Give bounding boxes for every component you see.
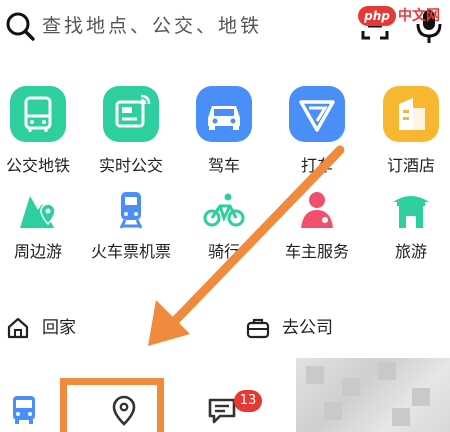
service-taxi-label: 打车 [300, 156, 333, 175]
search-icon [6, 12, 35, 41]
service-travel[interactable]: 旅游 [366, 188, 450, 262]
service-realtime-bus[interactable]: 实时公交 [86, 86, 176, 176]
service-transit[interactable]: 公交地铁 [0, 86, 83, 176]
bus-icon [10, 86, 66, 142]
bus-tab-icon [13, 396, 35, 424]
service-cycling-label: 骑行 [207, 242, 240, 261]
service-drive-label: 驾车 [207, 156, 240, 175]
highlight-box [60, 378, 164, 432]
service-travel-label: 旅游 [394, 242, 427, 261]
service-car-owner-label: 车主服务 [284, 242, 349, 261]
hotel-icon [383, 86, 439, 142]
shortcut-company-label: 去公司 [282, 318, 333, 338]
message-badge: 13 [234, 390, 262, 412]
service-train-plane[interactable]: 火车票机票 [86, 188, 176, 262]
bicycle-icon [202, 188, 246, 232]
shortcut-home-label: 回家 [42, 318, 76, 338]
taxi-icon [289, 86, 345, 142]
blurred-area [296, 358, 450, 432]
service-drive[interactable]: 驾车 [179, 86, 269, 176]
briefcase-icon [246, 318, 270, 339]
watermark: php 中文网 [354, 6, 450, 28]
person-icon [295, 188, 339, 232]
shortcut-home[interactable]: 回家 [6, 314, 126, 344]
service-nearby-tour-label: 周边游 [13, 242, 62, 261]
watermark-text: 中文网 [398, 8, 440, 24]
service-nearby-tour[interactable]: 周边游 [0, 188, 83, 262]
shortcut-company[interactable]: 去公司 [246, 314, 366, 344]
realtime-bus-icon [103, 86, 159, 142]
service-transit-label: 公交地铁 [5, 156, 70, 175]
service-taxi[interactable]: 打车 [272, 86, 362, 176]
search-bar[interactable]: 查找地点、公交、地铁 php 中文网 [0, 0, 450, 58]
car-icon [196, 86, 252, 142]
watermark-logo: php [358, 6, 396, 26]
train-icon [109, 188, 153, 232]
service-hotel-label: 订酒店 [386, 156, 435, 175]
service-realtime-bus-label: 实时公交 [98, 156, 163, 175]
service-train-plane-label: 火车票机票 [90, 242, 171, 261]
home-icon [7, 317, 29, 339]
service-cycling[interactable]: 骑行 [179, 188, 269, 262]
search-input[interactable]: 查找地点、公交、地铁 [42, 11, 262, 41]
service-hotel[interactable]: 订酒店 [366, 86, 450, 176]
map-pin-icon [16, 188, 60, 232]
service-car-owner[interactable]: 车主服务 [272, 188, 362, 262]
temple-icon [389, 188, 433, 232]
tab-bus[interactable] [0, 362, 54, 432]
